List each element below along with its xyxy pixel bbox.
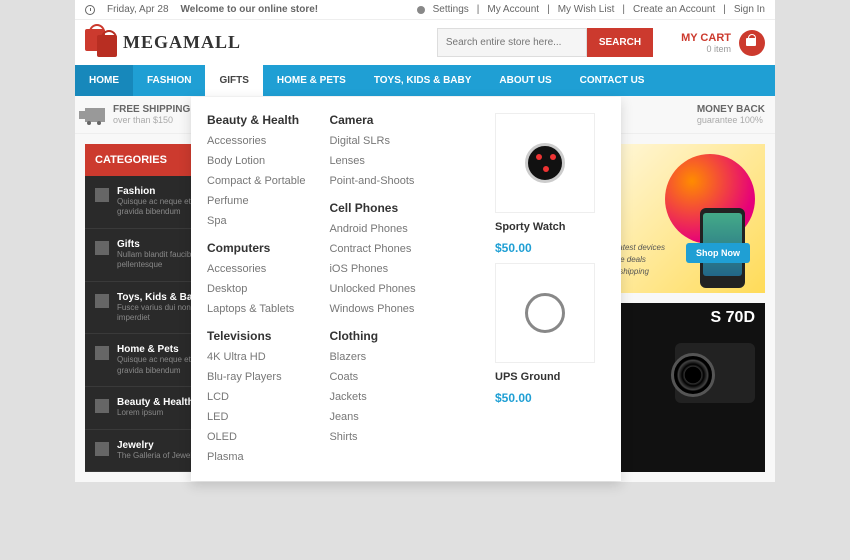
bag-icon [85,29,117,57]
canon-brand: S 70D [711,309,755,327]
category-desc: Lorem ipsum [117,408,194,418]
settings-link[interactable]: Settings [433,4,469,15]
sign-in-link[interactable]: Sign In [734,4,765,15]
category-icon [95,442,109,456]
mega-heading: Televisions [207,329,305,343]
logo-text: MEGAMALL [123,32,241,53]
mega-link[interactable]: iOS Phones [329,261,415,277]
mega-link[interactable]: Coats [329,369,415,385]
mega-link[interactable]: Desktop [207,281,305,297]
mega-link[interactable]: Plasma [207,449,305,465]
mega-link[interactable]: LED [207,409,305,425]
mega-link[interactable]: Unlocked Phones [329,281,415,297]
cart-icon [739,30,765,56]
mega-link[interactable]: Lenses [329,153,415,169]
shop-now-button[interactable]: Shop Now [686,243,750,263]
main-nav: HOME FASHION GIFTS HOME & PETS TOYS, KID… [75,65,775,96]
mega-link[interactable]: Jeans [329,409,415,425]
cart-title: MY CART [681,32,731,44]
gear-icon [417,6,425,14]
mega-link[interactable]: Windows Phones [329,301,415,317]
mega-link[interactable]: Accessories [207,133,305,149]
cart-count: 0 item [681,44,731,54]
money-back-sub: guarantee 100% [697,115,765,125]
nav-home[interactable]: HOME [75,65,133,96]
category-icon [95,294,109,308]
mega-link[interactable]: Laptops & Tablets [207,301,305,317]
mega-menu: Beauty & Health Accessories Body Lotion Com… [191,97,621,481]
truck-icon [85,108,105,122]
mega-link[interactable]: 4K Ultra HD [207,349,305,365]
product-image[interactable] [495,263,595,363]
product-price: $50.00 [495,241,605,255]
free-ship-sub: over than $150 [113,115,190,125]
mega-link[interactable]: Accessories [207,261,305,277]
mega-link[interactable]: OLED [207,429,305,445]
mega-link[interactable]: Jackets [329,389,415,405]
mega-link[interactable]: Blu-ray Players [207,369,305,385]
nav-fashion[interactable]: FASHION [133,65,205,96]
logo[interactable]: MEGAMALL [85,29,241,57]
clock-icon [85,5,95,15]
create-account-link[interactable]: Create an Account [633,4,715,15]
mega-link[interactable]: Spa [207,213,305,229]
nav-gifts[interactable]: GIFTS [205,65,262,96]
mega-link[interactable]: Point-and-Shoots [329,173,415,189]
nav-toys[interactable]: TOYS, KIDS & BABY [360,65,486,96]
search-input[interactable] [437,28,587,57]
my-account-link[interactable]: My Account [487,4,539,15]
category-icon [95,399,109,413]
product-price: $50.00 [495,391,605,405]
mega-link[interactable]: Blazers [329,349,415,365]
nav-contact[interactable]: CONTACT US [566,65,659,96]
product-image[interactable] [495,113,595,213]
search-button[interactable]: SEARCH [587,28,653,57]
wish-list-link[interactable]: My Wish List [558,4,615,15]
mega-link[interactable]: Body Lotion [207,153,305,169]
money-back-title: MONEY BACK [697,104,765,115]
welcome-text: Welcome to our online store! [181,4,319,15]
mega-link[interactable]: Digital SLRs [329,133,415,149]
category-desc: The Galleria of Jewelry [117,451,199,461]
mega-link[interactable]: Perfume [207,193,305,209]
cart-button[interactable]: MY CART 0 item [681,30,765,56]
category-title: Jewelry [117,440,199,451]
nav-home-pets[interactable]: HOME & PETS [263,65,360,96]
category-icon [95,241,109,255]
mega-heading: Clothing [329,329,415,343]
category-icon [95,188,109,202]
category-title: Beauty & Health [117,397,194,408]
product-name[interactable]: Sporty Watch [495,221,605,233]
category-icon [95,346,109,360]
mega-heading: Computers [207,241,305,255]
product-name[interactable]: UPS Ground [495,371,605,383]
mega-link[interactable]: Compact & Portable [207,173,305,189]
mega-link[interactable]: Android Phones [329,221,415,237]
mega-link[interactable]: Shirts [329,429,415,445]
mega-heading: Camera [329,113,415,127]
mega-link[interactable]: LCD [207,389,305,405]
mega-heading: Cell Phones [329,201,415,215]
free-ship-title: FREE SHIPPING [113,104,190,115]
date-text: Friday, Apr 28 [107,4,169,15]
mega-heading: Beauty & Health [207,113,305,127]
mega-link[interactable]: Contract Phones [329,241,415,257]
nav-about[interactable]: ABOUT US [485,65,565,96]
